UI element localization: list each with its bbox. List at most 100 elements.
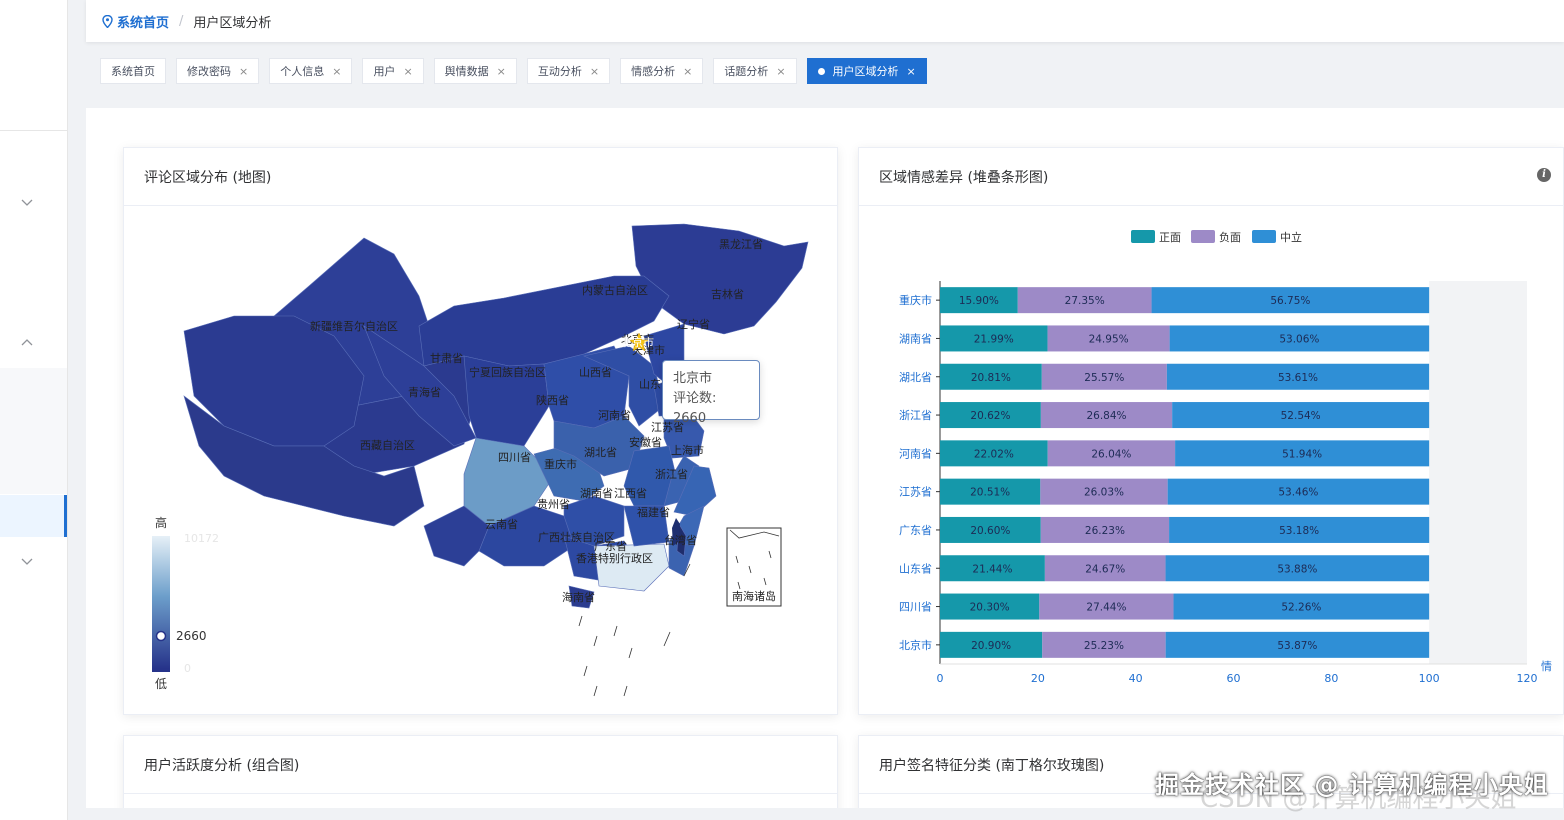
tab-3[interactable]: 用户 × — [362, 58, 424, 84]
chevron-up-icon[interactable] — [18, 336, 36, 354]
bar-value-label: 53.18% — [1279, 525, 1319, 537]
legend-swatch — [1131, 230, 1155, 243]
sidebar-item-active[interactable] — [0, 495, 67, 537]
chevron-down-icon[interactable] — [18, 554, 36, 572]
tab-label: 情感分析 — [631, 65, 676, 78]
sidebar-divider — [0, 130, 67, 131]
legend-item-2[interactable]: 中立 — [1252, 230, 1302, 244]
bar-value-label: 25.23% — [1084, 640, 1124, 652]
map-region-label: 香港特别行政区 — [576, 551, 653, 565]
tab-label: 用户区域分析 — [832, 65, 899, 78]
y-tick-label: 湖南省 — [899, 332, 932, 345]
map-region-label: 青海省 — [408, 385, 441, 399]
map-region-label: 陕西省 — [536, 393, 569, 407]
bar-value-label: 27.35% — [1065, 295, 1105, 307]
tab-label: 话题分析 — [724, 65, 769, 78]
y-tick-label: 江苏省 — [899, 486, 932, 499]
visual-map-indicator[interactable] — [155, 630, 167, 642]
map-region-label: 内蒙古自治区 — [582, 283, 648, 297]
stacked-bar-chart[interactable]: 正面 负面 中立重庆市 15.90% 27.35% 56.75% 湖南省 21.99% 24.9… — [859, 206, 1563, 714]
map-region-label: 云南省 — [485, 518, 518, 531]
bar-value-label: 56.75% — [1270, 295, 1310, 307]
activity-card-title: 用户活跃度分析 (组合图) — [124, 736, 837, 794]
close-icon[interactable]: × — [332, 65, 341, 78]
tab-6[interactable]: 情感分析 × — [620, 58, 704, 84]
map-card-title: 评论区域分布 (地图) — [124, 148, 837, 206]
tab-1[interactable]: 修改密码 × — [176, 58, 260, 84]
breadcrumb-current: 用户区域分析 — [193, 15, 272, 31]
tags-view: 系统首页 修改密码 × 个人信息 × 用户 × 舆情数据 × 互动分析 × 情感分析 × 话题分析 × 用户区… — [86, 50, 1564, 92]
bar-card-title: 区域情感差异 (堆叠条形图) — [859, 148, 1563, 206]
bar-value-label: 26.84% — [1086, 410, 1126, 422]
bar-value-label: 15.90% — [959, 295, 999, 307]
x-tick-label: 120 — [1517, 672, 1538, 685]
chevron-down-icon[interactable] — [18, 195, 36, 213]
y-tick-label: 广东省 — [899, 524, 932, 537]
x-axis-label: 情 — [1541, 660, 1552, 673]
legend-item-0[interactable]: 正面 — [1131, 230, 1181, 244]
bar-value-label: 20.62% — [970, 410, 1010, 422]
bar-value-label: 53.61% — [1278, 372, 1318, 384]
info-icon[interactable]: i — [1537, 168, 1551, 182]
breadcrumb: 系统首页 / 用户区域分析 — [86, 0, 1564, 42]
axis-shadow — [1429, 281, 1527, 664]
bar-value-label: 21.44% — [972, 563, 1012, 575]
visual-map-handle-bottom[interactable] — [152, 668, 170, 672]
bar-value-label: 22.02% — [974, 448, 1014, 460]
south-sea-dash-6 — [623, 685, 628, 697]
bar-value-label: 53.06% — [1279, 333, 1319, 345]
map-region-label: 海南省 — [562, 590, 595, 604]
tab-8[interactable]: 用户区域分析 × — [806, 58, 927, 84]
map-region-label: 江西省 — [614, 487, 647, 500]
bar-value-label: 53.46% — [1278, 487, 1318, 499]
tab-label: 系统首页 — [111, 65, 155, 78]
legend-label: 正面 — [1159, 231, 1181, 244]
tab-0[interactable]: 系统首页 — [100, 58, 166, 84]
legend-item-1[interactable]: 负面 — [1191, 230, 1241, 244]
bar-value-label: 27.44% — [1086, 602, 1126, 614]
bar-value-label: 24.67% — [1085, 563, 1125, 575]
map-region-label: 新疆维吾尔自治区 — [310, 319, 398, 333]
close-icon[interactable]: × — [497, 65, 506, 78]
tooltip-region: 北京市 — [673, 371, 713, 386]
breadcrumb-home[interactable]: 系统首页 — [102, 12, 169, 31]
y-tick-label: 山东省 — [899, 562, 932, 575]
close-icon[interactable]: × — [683, 65, 692, 78]
bar-value-label: 21.99% — [974, 333, 1014, 345]
south-sea-dash-1 — [593, 635, 598, 647]
close-icon[interactable]: × — [590, 65, 599, 78]
tab-5[interactable]: 互动分析 × — [526, 58, 611, 84]
visual-map-max: 10172 — [184, 532, 219, 545]
tab-4[interactable]: 舆情数据 × — [433, 58, 517, 84]
south-sea-dash-5 — [593, 685, 598, 697]
south-sea-dash-4 — [583, 665, 588, 677]
visual-map-min: 0 — [184, 662, 191, 675]
y-tick-label: 河南省 — [899, 447, 932, 460]
x-tick-label: 80 — [1324, 672, 1338, 685]
watermark: 掘金技术社区 @ 计算机编程小央姐 — [1155, 771, 1549, 799]
map-region-label: 贵州省 — [537, 498, 570, 511]
south-sea-dash-line — [663, 631, 671, 647]
map-region-label: 河南省 — [598, 409, 631, 422]
map-region-label: 浙江省 — [655, 468, 688, 481]
tab-label: 互动分析 — [537, 65, 582, 78]
legend-swatch — [1191, 230, 1215, 243]
bar-value-label: 20.90% — [971, 640, 1011, 652]
tab-2[interactable]: 个人信息 × — [269, 58, 353, 84]
location-pin-icon — [102, 14, 113, 28]
close-icon[interactable]: × — [907, 65, 916, 78]
china-map[interactable]: 黑龙江省吉林省辽宁省 内蒙古自治区新疆维吾尔自治区甘肃省宁夏回族自治区 山西省 北京市… — [124, 206, 837, 714]
close-icon[interactable]: × — [239, 65, 248, 78]
map-region-label: 吉林省 — [711, 287, 744, 301]
tab-7[interactable]: 话题分析 × — [713, 58, 797, 84]
map-region-label: 湖北省 — [584, 446, 617, 459]
legend-label: 负面 — [1219, 230, 1241, 244]
close-icon[interactable]: × — [403, 65, 412, 78]
bar-value-label: 53.87% — [1277, 640, 1317, 652]
south-sea-dash-3 — [628, 647, 633, 659]
y-tick-label: 浙江省 — [899, 409, 932, 422]
sidebar-submenu — [0, 368, 67, 494]
bar-value-label: 25.57% — [1084, 372, 1124, 384]
close-icon[interactable]: × — [776, 65, 785, 78]
bar-value-label: 26.04% — [1091, 448, 1131, 460]
